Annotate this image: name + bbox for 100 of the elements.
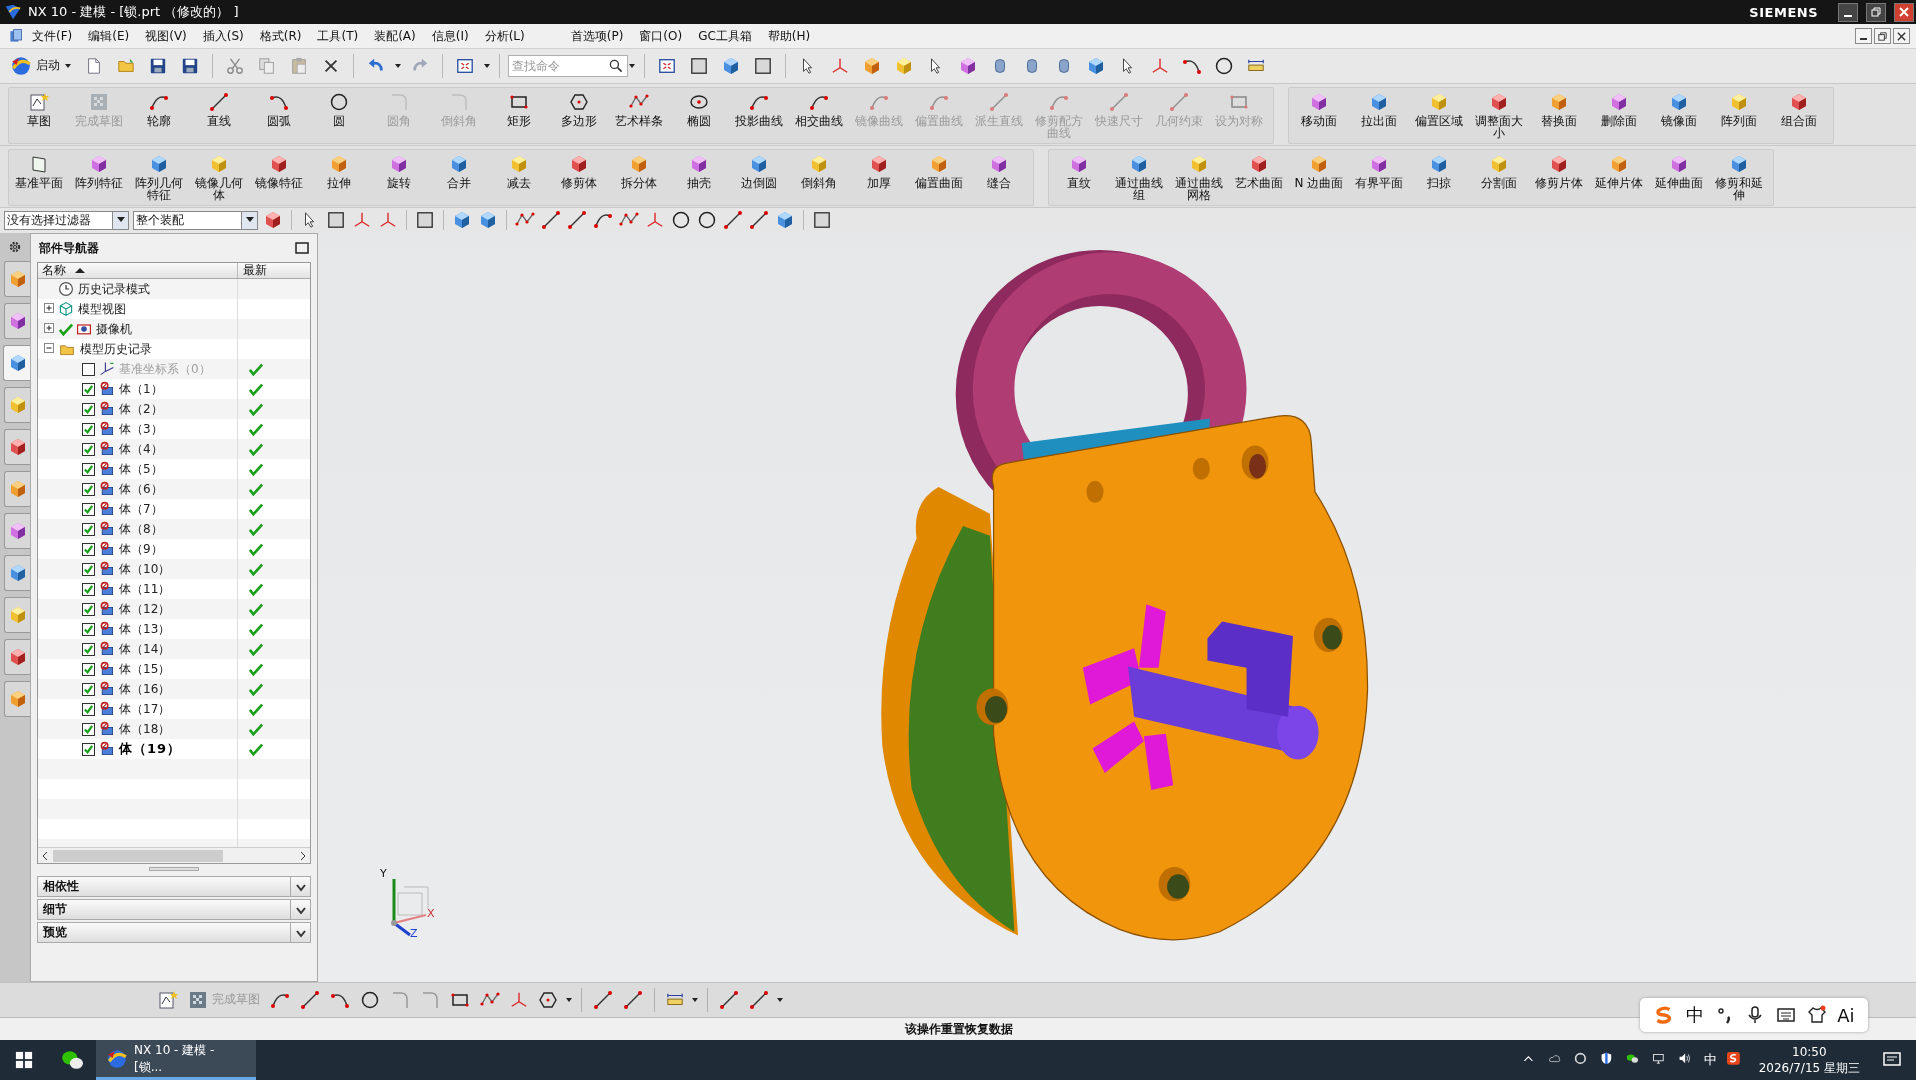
tree-item[interactable]: 体（3） bbox=[119, 420, 163, 438]
tree-item[interactable]: 模型视图 bbox=[78, 300, 126, 318]
ribbon-button[interactable]: 移动面 bbox=[1289, 88, 1349, 143]
tree-item[interactable]: 体（12） bbox=[119, 600, 171, 618]
ribbon-button[interactable]: 分割面 bbox=[1469, 150, 1529, 205]
ribbon-button[interactable]: N 边曲面 bbox=[1289, 150, 1349, 205]
menu-item[interactable]: 装配(A) bbox=[366, 25, 424, 47]
ribbon-button[interactable]: 直线 bbox=[189, 88, 249, 143]
taskbar-app[interactable]: NX 10 - 建模 - [锁... bbox=[96, 1040, 256, 1080]
menu-item[interactable]: 窗口(O) bbox=[631, 25, 691, 47]
ribbon-button[interactable]: 艺术曲面 bbox=[1229, 150, 1289, 205]
ribbon-button[interactable]: 多边形 bbox=[549, 88, 609, 143]
ribbon-button[interactable]: 延伸片体 bbox=[1589, 150, 1649, 205]
ribbon-button[interactable]: 投影曲线 bbox=[729, 88, 789, 143]
ribbon-button[interactable]: 拆分体 bbox=[609, 150, 669, 205]
ribbon-button[interactable]: 草图 bbox=[9, 88, 69, 143]
ribbon-button[interactable]: 直纹 bbox=[1049, 150, 1109, 205]
ribbon-button[interactable]: 修剪片体 bbox=[1529, 150, 1589, 205]
ribbon-button[interactable]: 替换面 bbox=[1529, 88, 1589, 143]
filter-dropdown[interactable]: 没有选择过滤器 bbox=[4, 210, 129, 230]
menu-item[interactable]: 文件(F) bbox=[24, 25, 81, 47]
ribbon-button[interactable]: 阵列面 bbox=[1709, 88, 1769, 143]
tree-item[interactable]: 体（2） bbox=[119, 400, 163, 418]
ribbon-button[interactable]: 通过曲线组 bbox=[1109, 150, 1169, 205]
ribbon-button[interactable]: 偏置区域 bbox=[1409, 88, 1469, 143]
ribbon-button[interactable]: 拉出面 bbox=[1349, 88, 1409, 143]
start-button[interactable]: 启动 bbox=[6, 52, 76, 79]
panel-header[interactable]: 细节 bbox=[37, 899, 311, 920]
ai-button[interactable]: Ai bbox=[1837, 1004, 1855, 1026]
ribbon-button[interactable]: 矩形 bbox=[489, 88, 549, 143]
ribbon-button[interactable]: 镜像面 bbox=[1649, 88, 1709, 143]
ribbon-button[interactable]: 拉伸 bbox=[309, 150, 369, 205]
ribbon-button[interactable]: 艺术样条 bbox=[609, 88, 669, 143]
ribbon-button[interactable]: 基准平面 bbox=[9, 150, 69, 205]
ribbon-button[interactable]: 边倒圆 bbox=[729, 150, 789, 205]
input-mode-toggle[interactable]: 中 bbox=[1686, 1003, 1704, 1027]
tree-item[interactable]: 模型历史记录 bbox=[80, 340, 152, 358]
ribbon-button[interactable]: 椭圆 bbox=[669, 88, 729, 143]
ribbon-button[interactable]: 缝合 bbox=[969, 150, 1029, 205]
ribbon-button[interactable]: 镜像几何体 bbox=[189, 150, 249, 205]
column-header[interactable]: 最新 bbox=[238, 263, 267, 278]
ribbon-button[interactable]: 轮廓 bbox=[129, 88, 189, 143]
language-indicator[interactable]: 中 bbox=[1703, 1051, 1717, 1069]
ribbon-button[interactable]: 有界平面 bbox=[1349, 150, 1409, 205]
tree-item[interactable]: 体（7） bbox=[119, 500, 163, 518]
column-header[interactable]: 名称 bbox=[38, 263, 238, 278]
tree-item[interactable]: 体（14） bbox=[119, 640, 171, 658]
menu-item[interactable]: 分析(L) bbox=[476, 25, 533, 47]
ribbon-button[interactable]: 减去 bbox=[489, 150, 549, 205]
menu-item[interactable]: 格式(R) bbox=[251, 25, 310, 47]
tree-item[interactable]: 体（4） bbox=[119, 440, 163, 458]
ribbon-button[interactable]: 组合面 bbox=[1769, 88, 1829, 143]
ribbon-button[interactable]: 阵列特征 bbox=[69, 150, 129, 205]
tree-item[interactable]: 体（10） bbox=[119, 560, 171, 578]
ribbon-button[interactable]: 修剪和延伸 bbox=[1709, 150, 1769, 205]
ribbon-button[interactable]: 加厚 bbox=[849, 150, 909, 205]
menu-item[interactable]: GC工具箱 bbox=[690, 25, 760, 47]
menu-item[interactable]: 工具(T) bbox=[309, 25, 367, 47]
ribbon-button[interactable]: 镜像特征 bbox=[249, 150, 309, 205]
tree-item[interactable]: 体（18） bbox=[119, 720, 171, 738]
clock[interactable]: 10:50 2026/7/15 星期三 bbox=[1758, 1044, 1860, 1076]
tree-item[interactable]: 体（16） bbox=[119, 680, 171, 698]
tree-item[interactable]: 体（6） bbox=[119, 480, 163, 498]
tree-item[interactable]: 体（15） bbox=[119, 660, 171, 678]
tree-item[interactable]: 体（11） bbox=[119, 580, 171, 598]
ribbon-button[interactable]: 延伸曲面 bbox=[1649, 150, 1709, 205]
menu-item[interactable]: 帮助(H) bbox=[759, 25, 819, 47]
tree-item[interactable]: 体（19） bbox=[119, 740, 182, 758]
menu-item[interactable]: 信息(I) bbox=[423, 25, 477, 47]
menu-item[interactable]: 插入(S) bbox=[194, 25, 252, 47]
ribbon-button[interactable]: 抽壳 bbox=[669, 150, 729, 205]
ribbon-button[interactable]: 修剪体 bbox=[549, 150, 609, 205]
window-title: NX 10 - 建模 - [锁.prt （修改的） ] bbox=[28, 3, 239, 21]
tree-item[interactable]: 体（13） bbox=[119, 620, 171, 638]
tree-item[interactable]: 体（9） bbox=[119, 540, 163, 558]
ribbon-button[interactable]: 相交曲线 bbox=[789, 88, 849, 143]
ribbon-button[interactable]: 偏置曲面 bbox=[909, 150, 969, 205]
ribbon-button[interactable]: 旋转 bbox=[369, 150, 429, 205]
panel-header[interactable]: 相依性 bbox=[37, 876, 311, 897]
ribbon-button[interactable]: 扫掠 bbox=[1409, 150, 1469, 205]
filter-dropdown[interactable]: 整个装配 bbox=[133, 210, 258, 230]
menu-item[interactable]: 编辑(E) bbox=[80, 25, 138, 47]
brand-logo: SIEMENS bbox=[1749, 4, 1818, 20]
search-field[interactable]: 查找命令 bbox=[508, 54, 628, 77]
ribbon-button[interactable]: 圆弧 bbox=[249, 88, 309, 143]
tree-item[interactable]: 体（17） bbox=[119, 700, 171, 718]
ribbon-button[interactable]: 圆 bbox=[309, 88, 369, 143]
menu-item[interactable]: 首选项(P) bbox=[562, 25, 632, 47]
ribbon-button[interactable]: 合并 bbox=[429, 150, 489, 205]
menu-item[interactable]: 视图(V) bbox=[137, 25, 195, 47]
panel-header[interactable]: 预览 bbox=[37, 922, 311, 943]
ribbon-button[interactable]: 删除面 bbox=[1589, 88, 1649, 143]
tree-item[interactable]: 体（8） bbox=[119, 520, 163, 538]
tree-item[interactable]: 体（5） bbox=[119, 460, 163, 478]
tree-item[interactable]: 摄像机 bbox=[96, 320, 132, 338]
ribbon-button[interactable]: 通过曲线网格 bbox=[1169, 150, 1229, 205]
ribbon-button[interactable]: 倒斜角 bbox=[789, 150, 849, 205]
ribbon-button[interactable]: 调整面大小 bbox=[1469, 88, 1529, 143]
ribbon-button[interactable]: 阵列几何特征 bbox=[129, 150, 189, 205]
tree-item[interactable]: 体（1） bbox=[119, 380, 163, 398]
